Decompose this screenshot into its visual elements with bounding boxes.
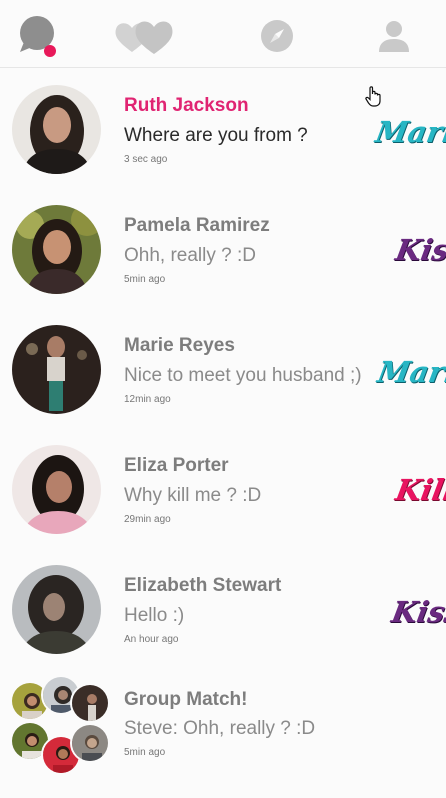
person-icon	[379, 21, 409, 52]
conversation-row[interactable]: Pamela Ramirez Ohh, really ? :D 5min ago…	[0, 189, 446, 309]
compass-icon	[261, 20, 293, 52]
top-nav-bar	[0, 0, 446, 68]
message-time: 12min ago	[124, 394, 171, 405]
avatar	[70, 723, 110, 763]
message-time: An hour ago	[124, 634, 179, 645]
hearts-icon	[115, 21, 173, 54]
avatar	[12, 565, 101, 654]
conversation-row[interactable]: Eliza Porter Why kill me ? :D 29min ago …	[0, 429, 446, 549]
message-time: 5min ago	[124, 747, 166, 758]
tab-profile[interactable]	[372, 14, 416, 58]
group-name: Group Match!	[124, 689, 248, 710]
message-time: 29min ago	[124, 514, 171, 525]
conversation-row[interactable]: Elizabeth Stewart Hello :) An hour ago K…	[0, 549, 446, 669]
last-message: Steve: Ohh, really ? :D	[124, 718, 316, 739]
avatar	[12, 445, 101, 534]
conversation-row[interactable]: Group Match! Steve: Ohh, really ? :D 5mi…	[0, 669, 446, 779]
avatar	[12, 85, 101, 174]
contact-name: Pamela Ramirez	[124, 215, 270, 236]
message-time: 3 sec ago	[124, 154, 168, 165]
last-message: Ohh, really ? :D	[124, 245, 256, 266]
contact-name: Ruth Jackson	[124, 95, 249, 116]
tab-matches[interactable]	[114, 14, 178, 58]
chat-bubble-icon	[20, 16, 56, 57]
status-tag-marry: Marry	[373, 115, 446, 149]
status-tag-kiss: Kiss	[393, 233, 446, 267]
last-message: Why kill me ? :D	[124, 485, 262, 506]
contact-name: Eliza Porter	[124, 455, 229, 476]
notification-badge	[44, 45, 56, 57]
contact-name: Elizabeth Stewart	[124, 575, 282, 596]
contact-name: Marie Reyes	[124, 335, 235, 356]
last-message: Where are you from ?	[124, 125, 308, 146]
avatar	[70, 683, 110, 723]
group-avatar-cluster	[8, 675, 112, 779]
avatar	[12, 325, 101, 414]
status-tag-marry: Marry	[375, 355, 446, 389]
last-message: Nice to meet you husband ;)	[124, 365, 362, 386]
conversation-row[interactable]: Marie Reyes Nice to meet you husband ;) …	[0, 309, 446, 429]
status-tag-kiss: Kiss	[389, 595, 446, 629]
tab-chats[interactable]	[16, 14, 64, 58]
avatar	[12, 205, 101, 294]
last-message: Hello :)	[124, 605, 185, 626]
message-time: 5min ago	[124, 274, 166, 285]
status-tag-kill: Kill	[393, 473, 446, 507]
tab-explore[interactable]	[255, 14, 299, 58]
conversation-row[interactable]: Ruth Jackson Where are you from ? 3 sec …	[0, 69, 446, 189]
